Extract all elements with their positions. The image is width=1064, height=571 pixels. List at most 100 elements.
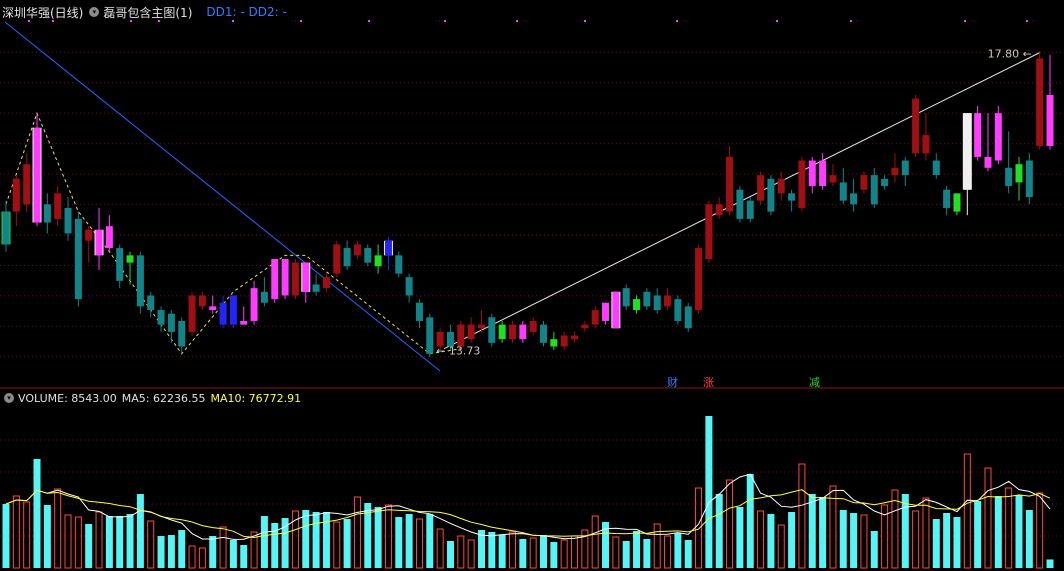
volume-bar [984,467,992,569]
candle-body [353,244,361,256]
candle-body [726,156,734,212]
candle-body [767,178,775,212]
volume-bar [178,530,186,568]
volume-bar [23,501,31,569]
candle-body [581,324,589,329]
marker-dot [516,20,518,22]
marker-dot [444,20,446,22]
stock-label[interactable]: 深圳华强(日线) [2,4,83,21]
volume-bar [54,488,62,569]
candle-body [777,178,785,194]
volume-bar [405,514,413,568]
candle-body [54,193,62,219]
volume-bar [488,532,496,568]
marker-dot [368,20,370,22]
volume-bar [105,516,113,568]
volume-bar [922,497,930,569]
volume-bar [550,542,558,568]
marker-dot [584,20,586,22]
volume-bar [653,523,661,569]
candle-body [302,262,310,292]
volume-bar [395,517,403,568]
volume-bar [891,489,899,569]
candle-body [384,240,392,256]
volume-value[interactable]: VOLUME: 8543.00 [18,392,117,405]
volume-bar [43,505,51,568]
volume-toggle-icon[interactable]: ▾ [4,393,14,403]
volume-bar [209,536,217,568]
volume-bar [726,479,734,569]
indicator-toggle-icon[interactable]: ▾ [89,7,100,17]
volume-bar [901,494,909,568]
candle-body [540,324,548,343]
candle-body [415,302,423,321]
candle-body [974,113,982,157]
marker-dot [300,20,302,22]
candle-body [312,284,320,292]
ma5-line [5,473,1051,540]
volume-bar [136,494,144,568]
candle-body [602,302,610,321]
candle-body [477,324,485,329]
candle-body [488,317,496,343]
volume-bar [974,501,982,568]
volume-bar [788,512,796,568]
indicator-name[interactable]: 磊哥包含主图(1) [103,4,192,21]
candle-body [508,324,516,340]
candle-body [209,306,217,311]
candle-body [912,98,920,154]
volume-bar [446,541,454,568]
candle-body [457,324,465,347]
candle-body [85,229,93,241]
volume-bar [839,510,847,568]
candle-body [178,320,186,347]
volume-bar [74,516,82,569]
candle-body [229,295,237,325]
finance-tag-icon[interactable]: 财 [666,376,679,389]
candle-body [1015,164,1023,183]
marker-dot [232,20,234,22]
volume-bar [1046,559,1054,568]
candle-body [953,193,961,212]
volume-bar [767,514,775,568]
volume-header: ▾ VOLUME: 8543.00 MA5: 62236.55 MA10: 76… [0,391,301,405]
candle-body [715,204,723,216]
candle-body [798,160,806,208]
volume-bar [302,510,310,568]
volume-bar [157,536,165,568]
volume-bar [643,539,651,568]
volume-bar [695,487,703,569]
candle-body [260,291,268,303]
volume-bar [312,512,320,568]
high-price-label: 17.80 ← [988,48,1032,61]
volume-bar [912,510,920,569]
volume-bar [95,511,103,569]
candle-body [188,295,196,332]
volume-bar [633,531,641,568]
volume-bar [126,514,134,568]
candle-body [33,127,41,223]
volume-bar [529,537,537,569]
volume-ma10: MA10: 76772.91 [210,391,302,405]
volume-bar [260,516,268,568]
candle-body [643,291,651,307]
volume-bar [798,463,806,569]
volume-bar [705,416,713,568]
candle-body [560,335,568,347]
volume-ma5: MA5: 62236.55 [121,391,206,405]
reduce-tag-icon[interactable]: 减 [808,376,821,389]
volume-bar [870,531,878,568]
volume-bar [777,524,785,569]
candle-body [126,255,134,263]
volume-bar [591,515,599,569]
candle-body [860,175,868,190]
candle-body [994,113,1002,161]
volume-bar [560,539,568,569]
marker-dot [1026,20,1028,22]
volume-bar [664,535,672,569]
candle-body [12,178,20,212]
limit-up-tag-icon[interactable]: 涨 [702,376,715,389]
volume-bar [953,517,961,568]
volume-bar [932,519,940,568]
volume-bar [943,513,951,568]
